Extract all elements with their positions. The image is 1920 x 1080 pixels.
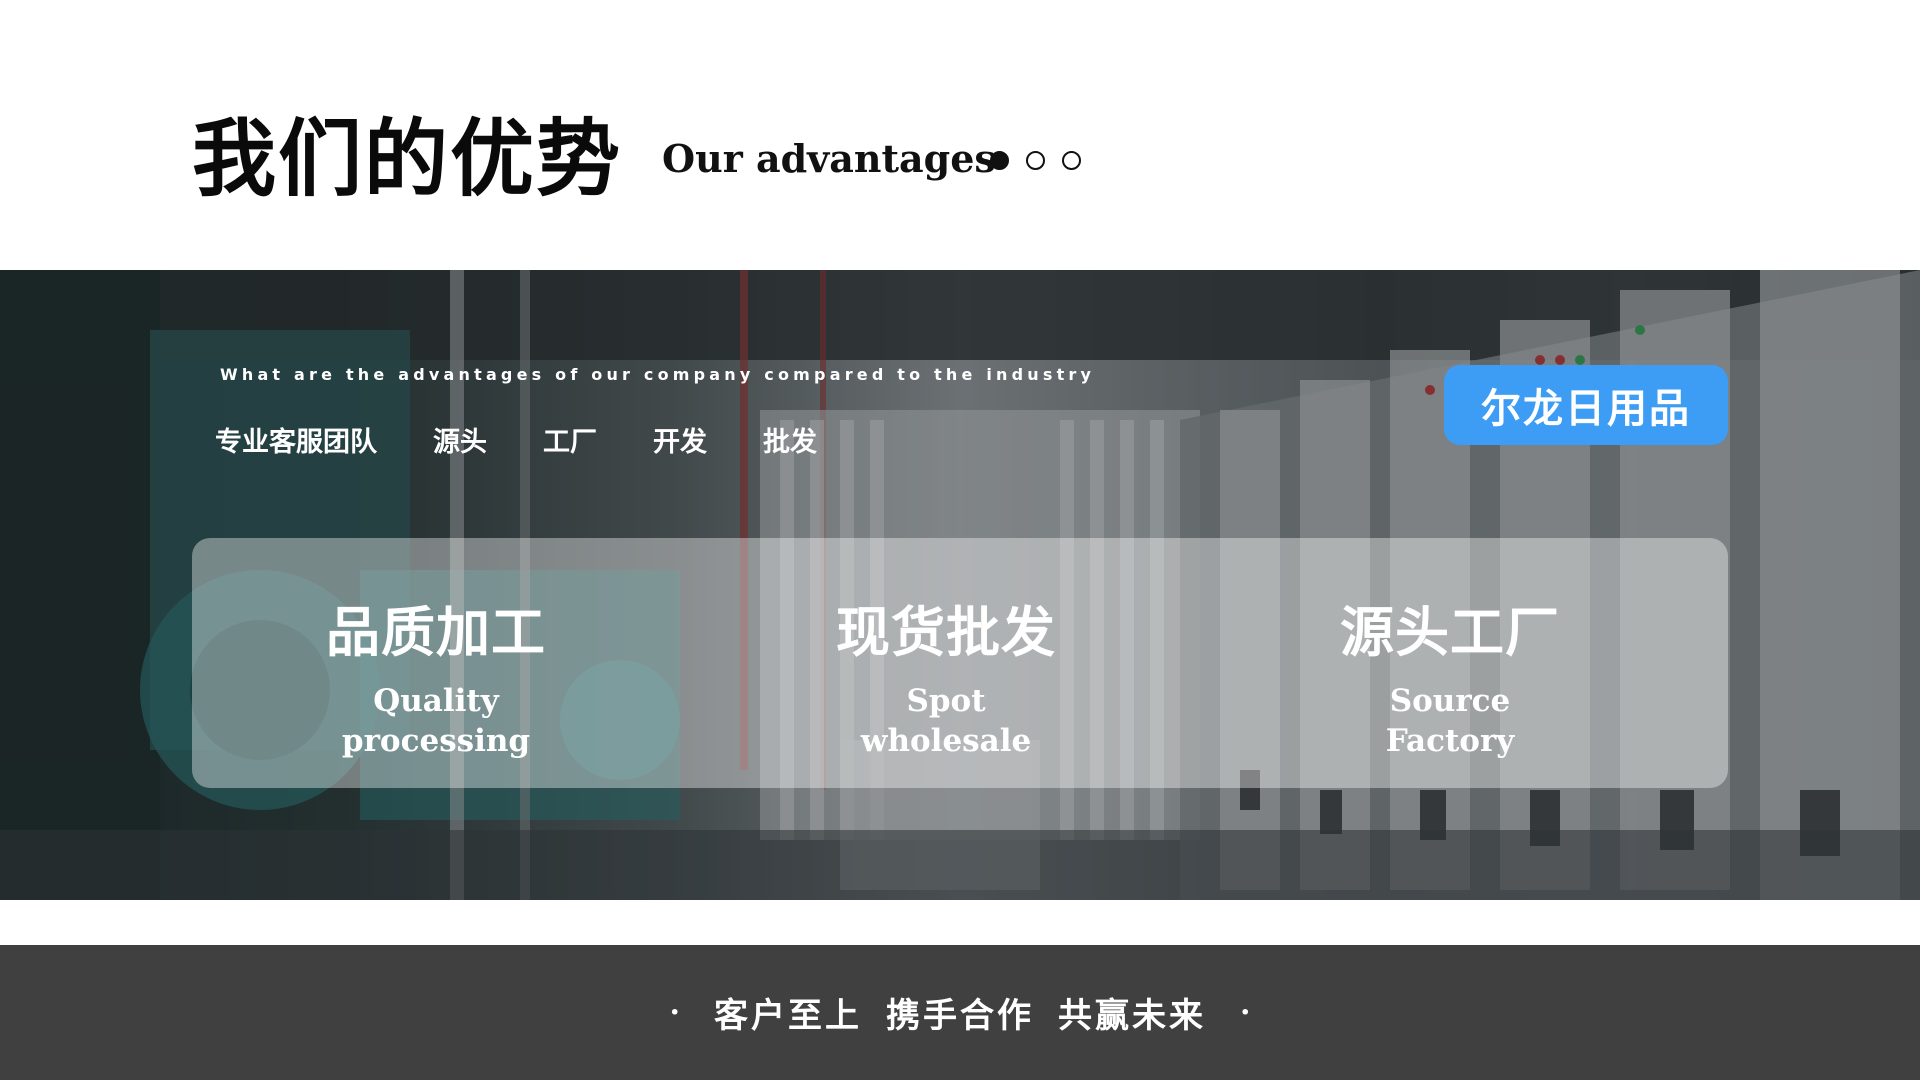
pagination-dots <box>990 151 1081 170</box>
feature-quality-processing: 品质加工 Quality processing <box>236 588 636 761</box>
tab-wholesale[interactable]: 批发 <box>763 420 817 459</box>
footer-slogan-2: 携手合作 <box>886 996 1034 1036</box>
feature-subtitle-line1: Quality <box>373 683 499 719</box>
feature-spot-wholesale: 现货批发 Spot wholesale <box>746 588 1146 761</box>
feature-title: 品质加工 <box>326 600 546 664</box>
feature-subtitle: Spot wholesale <box>746 681 1146 761</box>
pagination-dot-1[interactable] <box>990 151 1009 170</box>
feature-title: 现货批发 <box>836 600 1056 664</box>
pagination-dot-2[interactable] <box>1026 151 1045 170</box>
feature-subtitle-line2: wholesale <box>860 723 1032 759</box>
feature-subtitle-line2: processing <box>341 723 531 759</box>
feature-subtitle-line2: Factory <box>1385 723 1515 759</box>
page-subtitle: Our advantages <box>662 136 996 181</box>
footer-slogan-3: 共赢未来 <box>1058 996 1206 1036</box>
hero-banner: What are the advantages of our company c… <box>0 270 1920 900</box>
footer-separator: · <box>1240 995 1251 1030</box>
tab-source[interactable]: 源头 <box>433 420 487 459</box>
page-title: 我们的优势 <box>192 109 623 208</box>
footer-slogan-1: 客户至上 <box>714 996 862 1036</box>
tab-factory[interactable]: 工厂 <box>543 420 597 459</box>
feature-title: 源头工厂 <box>1340 600 1560 664</box>
feature-subtitle-line1: Source <box>1389 683 1511 719</box>
feature-subtitle: Source Factory <box>1250 681 1650 761</box>
hero-subtitle: What are the advantages of our company c… <box>220 365 1096 384</box>
advantage-tabs: 专业客服团队 源头 工厂 开发 批发 <box>215 420 873 459</box>
feature-subtitle-line1: Spot <box>906 683 986 719</box>
footer-separator: · <box>669 995 680 1030</box>
brand-badge-button[interactable]: 尔龙日用品 <box>1444 365 1728 445</box>
pagination-dot-3[interactable] <box>1062 151 1081 170</box>
feature-source-factory: 源头工厂 Source Factory <box>1250 588 1650 761</box>
tab-customer-service[interactable]: 专业客服团队 <box>215 420 377 459</box>
tab-development[interactable]: 开发 <box>653 420 707 459</box>
feature-subtitle: Quality processing <box>236 681 636 761</box>
footer-bar: · 客户至上 携手合作 共赢未来 · <box>0 945 1920 1080</box>
